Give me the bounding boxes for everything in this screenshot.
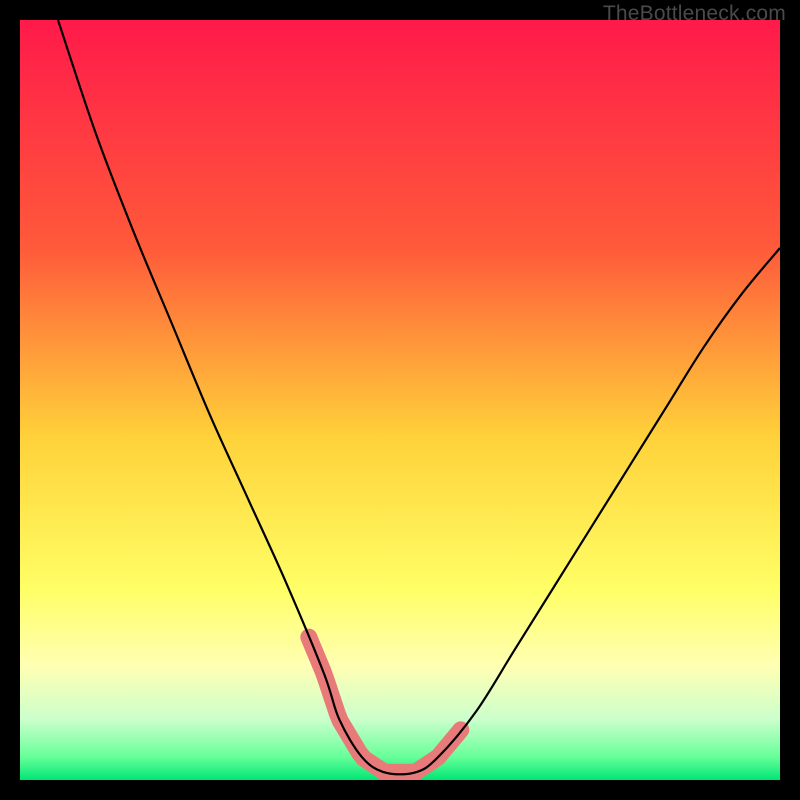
- chart-plot-area: [20, 20, 780, 780]
- chart-background: [20, 20, 780, 780]
- chart-frame: TheBottleneck.com: [0, 0, 800, 800]
- chart-svg: [20, 20, 780, 780]
